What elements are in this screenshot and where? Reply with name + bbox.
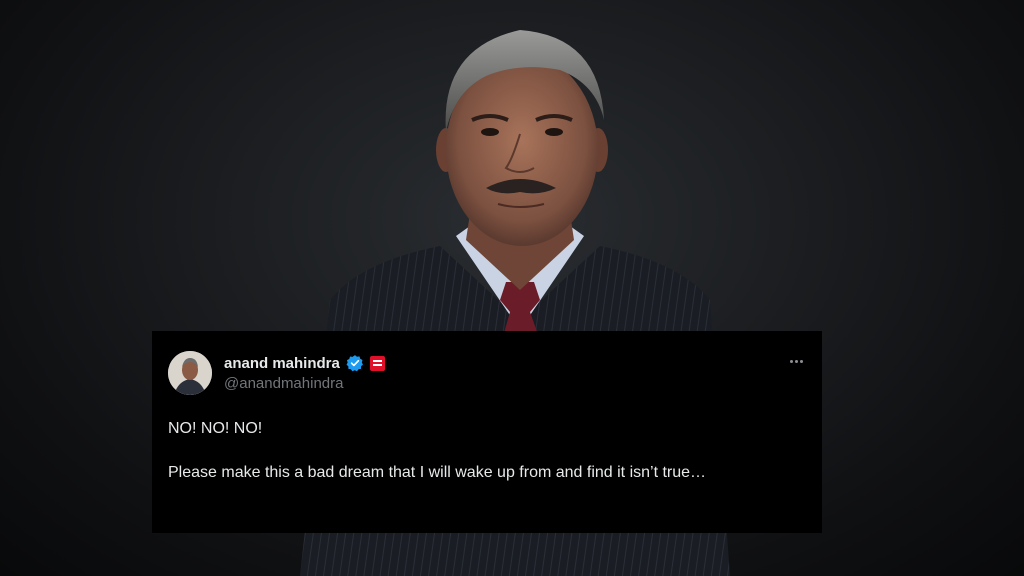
tweet-text-line: NO! NO! NO!	[168, 420, 263, 437]
display-name[interactable]: anand mahindra	[224, 355, 340, 372]
more-options-icon[interactable]	[786, 353, 806, 369]
user-handle[interactable]: @anandmahindra	[224, 375, 343, 392]
verified-badge-icon	[346, 354, 364, 372]
affiliate-badge-icon	[369, 355, 385, 371]
tweet-text-line: Please make this a bad dream that I will…	[168, 464, 707, 481]
tweet-card: anand mahindra @anandmahindra NO! NO! NO…	[152, 331, 822, 533]
author-name-row: anand mahindra	[224, 353, 385, 373]
avatar[interactable]	[168, 351, 212, 395]
tweet-text: NO! NO! NO! Please make this a bad dream…	[168, 418, 798, 484]
